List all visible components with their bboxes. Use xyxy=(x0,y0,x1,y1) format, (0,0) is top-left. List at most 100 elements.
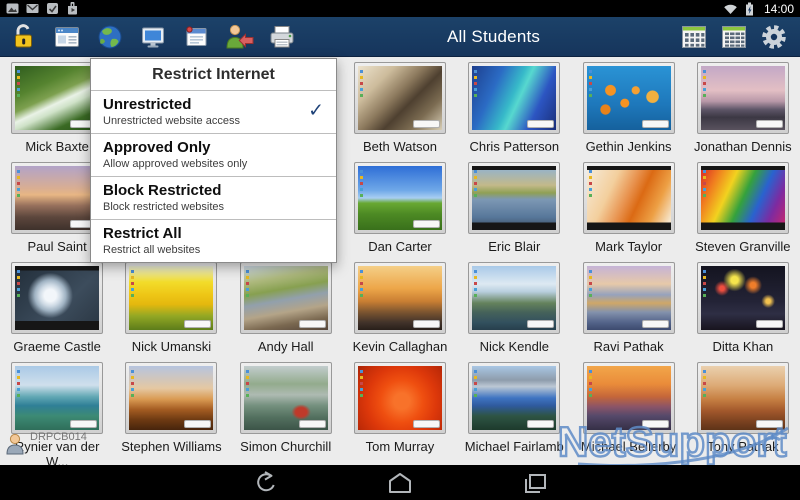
student-tile[interactable]: DRPCB014 Rynier van der W... xyxy=(0,357,114,457)
check-icon: ✓ xyxy=(308,100,324,123)
student-screen-thumbnail xyxy=(358,66,442,130)
student-tile[interactable]: Graeme Castle xyxy=(0,257,114,357)
thumbnail-frame xyxy=(11,362,103,434)
desktop-icons xyxy=(703,70,706,73)
thumbnail-notification xyxy=(299,320,326,328)
student-tile[interactable]: Ditta Khan xyxy=(686,257,800,357)
thumbnail-frame xyxy=(697,62,789,134)
desktop-icons xyxy=(17,170,20,173)
student-tile[interactable]: Stephen Williams xyxy=(114,357,228,457)
thumbnail-frame xyxy=(468,62,560,134)
gear-icon xyxy=(760,23,788,51)
student-tile[interactable]: Kevin Callaghan xyxy=(343,257,457,357)
menu-item[interactable]: Block Restricted Block restricted websit… xyxy=(91,176,336,219)
student-tile[interactable]: Mark Taylor xyxy=(571,157,685,257)
desktop-icons xyxy=(246,370,249,373)
thumbnail-frame xyxy=(697,162,789,234)
clock: 14:00 xyxy=(764,2,794,16)
desktop-icons xyxy=(360,170,363,173)
menu-title: Restrict Internet xyxy=(91,59,336,90)
student-screen-thumbnail xyxy=(587,266,671,330)
student-tile[interactable]: Tom Murray xyxy=(343,357,457,457)
thumbnail-notification xyxy=(642,320,669,328)
page-title: All Students xyxy=(447,17,540,57)
student-tile[interactable]: Michael Fairlamb xyxy=(457,357,571,457)
browser-window-icon xyxy=(52,22,82,52)
menu-item[interactable]: Unrestricted Unrestricted website access… xyxy=(91,90,336,133)
details-view-icon xyxy=(720,24,748,50)
student-sign-out-button[interactable] xyxy=(217,17,260,57)
student-name-label: Dan Carter xyxy=(347,239,453,254)
menu-item[interactable]: Restrict All Restrict all websites ✓ xyxy=(91,219,336,262)
thumbnail-notification xyxy=(184,320,211,328)
student-tile[interactable]: Jonathan Dennis xyxy=(686,57,800,157)
thumbnail-frame xyxy=(468,262,560,334)
back-button[interactable] xyxy=(247,470,283,496)
gallery-icon xyxy=(6,2,19,15)
desktop-icons xyxy=(17,270,20,273)
student-tile[interactable]: Nick Umanski xyxy=(114,257,228,357)
student-tile[interactable]: Eric Blair xyxy=(457,157,571,257)
thumbnail-notification xyxy=(642,120,669,128)
browser-window-button[interactable] xyxy=(45,17,88,57)
student-screen-thumbnail xyxy=(587,166,671,230)
student-name-label: Simon Churchill xyxy=(233,439,339,454)
student-screen-thumbnail xyxy=(244,266,328,330)
monitor-icon xyxy=(138,22,168,52)
thumbnail-frame xyxy=(11,262,103,334)
desktop-icons xyxy=(589,170,592,173)
student-tile[interactable]: Dan Carter xyxy=(343,157,457,257)
notes-button[interactable] xyxy=(174,17,217,57)
desktop-icons xyxy=(17,70,20,73)
recent-apps-button[interactable] xyxy=(517,470,553,496)
menu-item-description: Restrict all websites xyxy=(103,244,324,257)
student-screen-thumbnail xyxy=(701,166,785,230)
student-tile[interactable]: Chris Patterson xyxy=(457,57,571,157)
student-name-label: Graeme Castle xyxy=(4,339,110,354)
android-nav-bar xyxy=(0,465,800,500)
thumbnail-view-button[interactable] xyxy=(674,17,714,57)
student-tile[interactable]: Steven Granville xyxy=(686,157,800,257)
student-tile[interactable]: Ravi Pathak xyxy=(571,257,685,357)
student-tile[interactable]: Andy Hall xyxy=(229,257,343,357)
desktop-icons xyxy=(703,170,706,173)
thumbnail-notification xyxy=(413,120,440,128)
desktop-icons xyxy=(474,270,477,273)
blank-screen-button[interactable] xyxy=(131,17,174,57)
student-name-label: Chris Patterson xyxy=(461,139,567,154)
menu-item[interactable]: Approved Only Allow approved websites on… xyxy=(91,133,336,176)
thumbnail-frame xyxy=(125,262,217,334)
globe-icon xyxy=(95,22,125,52)
student-screen-thumbnail xyxy=(15,166,99,230)
desktop-icons xyxy=(360,270,363,273)
settings-button[interactable] xyxy=(754,17,794,57)
thumbnail-frame xyxy=(468,362,560,434)
unlock-button[interactable] xyxy=(2,17,45,57)
thumbnail-notification xyxy=(756,320,783,328)
desktop-icons xyxy=(17,370,20,373)
restrict-internet-button[interactable] xyxy=(88,17,131,57)
thumbnail-frame xyxy=(125,362,217,434)
student-tile[interactable]: Simon Churchill xyxy=(229,357,343,457)
thumbnail-frame xyxy=(354,162,446,234)
student-name-label: Nick Kendle xyxy=(461,339,567,354)
desktop-icons xyxy=(703,370,706,373)
student-tile[interactable]: Michael Bellerby xyxy=(571,357,685,457)
student-tile[interactable]: Beth Watson xyxy=(343,57,457,157)
student-tile[interactable]: Gethin Jenkins xyxy=(571,57,685,157)
student-screen-thumbnail xyxy=(701,366,785,430)
printer-icon xyxy=(267,22,297,52)
thumbnail-notification xyxy=(413,420,440,428)
student-screen-thumbnail xyxy=(587,366,671,430)
thumbnail-notification xyxy=(527,320,554,328)
student-screen-thumbnail xyxy=(701,266,785,330)
thumbnail-frame xyxy=(354,262,446,334)
thumbnail-notification xyxy=(413,220,440,228)
student-avatar-icon xyxy=(5,433,26,460)
details-view-button[interactable] xyxy=(714,17,754,57)
student-tile[interactable]: Nick Kendle xyxy=(457,257,571,357)
home-button[interactable] xyxy=(382,470,418,496)
student-tile[interactable]: Tony Pathak xyxy=(686,357,800,457)
print-button[interactable] xyxy=(260,17,303,57)
student-name-label: Jonathan Dennis xyxy=(690,139,796,154)
